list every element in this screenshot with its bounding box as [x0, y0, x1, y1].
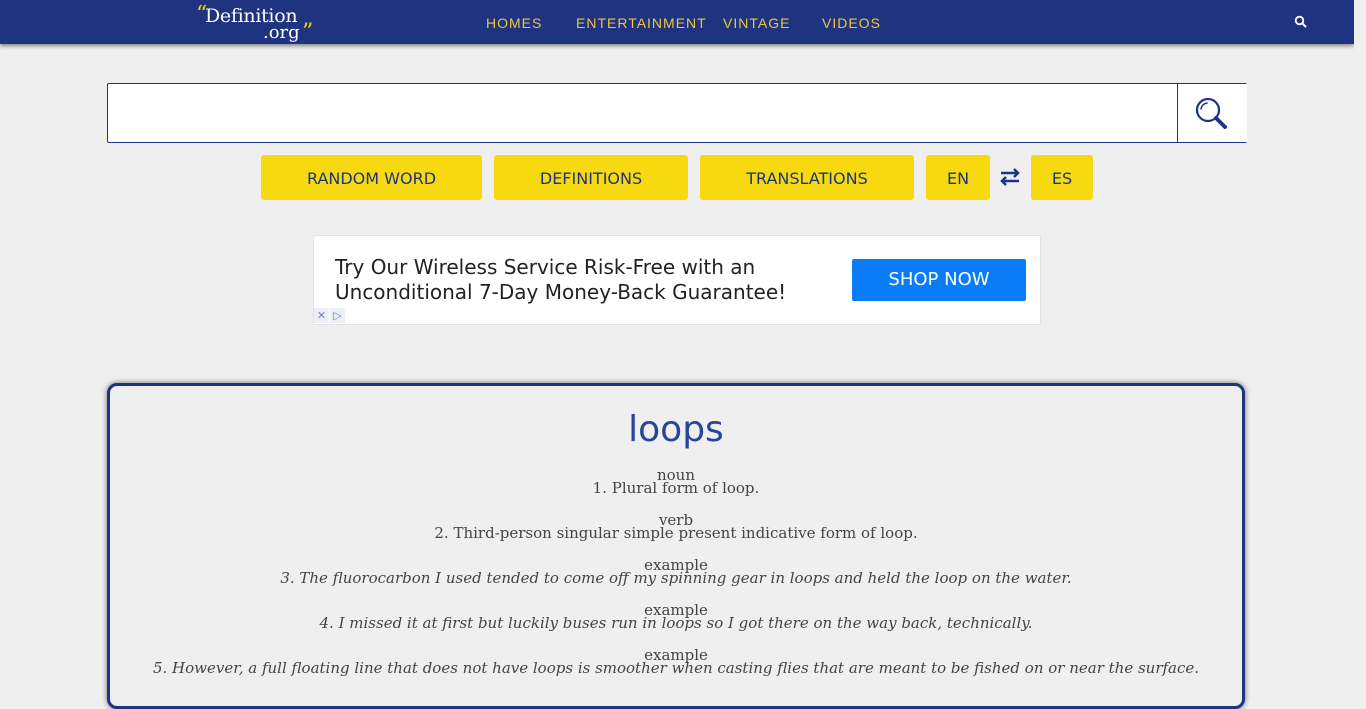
- nav-link-videos[interactable]: VIDEOS: [822, 0, 881, 44]
- nav-link-entertainment[interactable]: ENTERTAINMENT: [576, 0, 707, 44]
- definition-card: loops noun 1. Plural form of loop. verb …: [107, 383, 1245, 709]
- search-input[interactable]: [108, 84, 1177, 142]
- definitions-button[interactable]: DEFINITIONS: [494, 155, 688, 200]
- language-to-button[interactable]: ES: [1031, 155, 1093, 200]
- language-from-button[interactable]: EN: [926, 155, 990, 200]
- advertisement-banner[interactable]: Try Our Wireless Service Risk-Free with …: [313, 235, 1041, 325]
- translations-button[interactable]: TRANSLATIONS: [700, 155, 914, 200]
- site-logo[interactable]: “ Definition .org ”: [196, 2, 316, 45]
- definition-item: example 5. However, a full floating line…: [110, 648, 1242, 677]
- logo-extension: .org: [263, 22, 300, 43]
- definition-item: noun 1. Plural form of loop.: [110, 468, 1242, 497]
- ad-close-icon[interactable]: ✕: [314, 308, 329, 323]
- ad-text: Try Our Wireless Service Risk-Free with …: [335, 255, 787, 304]
- nav-link-vintage[interactable]: VINTAGE: [723, 0, 790, 44]
- nav-link-homes[interactable]: HOMES: [486, 0, 542, 44]
- definition-item: example 3. The fluorocarbon I used tende…: [110, 558, 1242, 587]
- example-text: 3. The fluorocarbon I used tended to com…: [280, 569, 1072, 587]
- random-word-button[interactable]: RANDOM WORD: [261, 155, 482, 200]
- example-text: 4. I missed it at first but luckily buse…: [319, 614, 1033, 632]
- search-bar: [107, 83, 1247, 143]
- search-button[interactable]: [1177, 84, 1247, 142]
- logo-close-quote: ”: [302, 20, 314, 45]
- example-text: 5. However, a full floating line that do…: [152, 659, 1200, 677]
- definition-item: verb 2. Third-person singular simple pre…: [110, 513, 1242, 542]
- adchoices-icon[interactable]: ▷: [330, 308, 345, 323]
- top-navigation-bar: “ Definition .org ” HOMES ENTERTAINMENT …: [0, 0, 1354, 44]
- magnifier-icon: [1195, 97, 1227, 129]
- definition-item: example 4. I missed it at first but luck…: [110, 603, 1242, 632]
- shop-now-button[interactable]: SHOP NOW: [852, 259, 1026, 301]
- definition-text: 1. Plural form of loop.: [592, 479, 760, 497]
- search-icon[interactable]: [1294, 14, 1308, 28]
- word-title: loops: [628, 409, 724, 450]
- scrollbar[interactable]: [1354, 0, 1366, 683]
- definition-text: 2. Third-person singular simple present …: [434, 524, 918, 542]
- swap-arrows-icon[interactable]: [999, 167, 1021, 187]
